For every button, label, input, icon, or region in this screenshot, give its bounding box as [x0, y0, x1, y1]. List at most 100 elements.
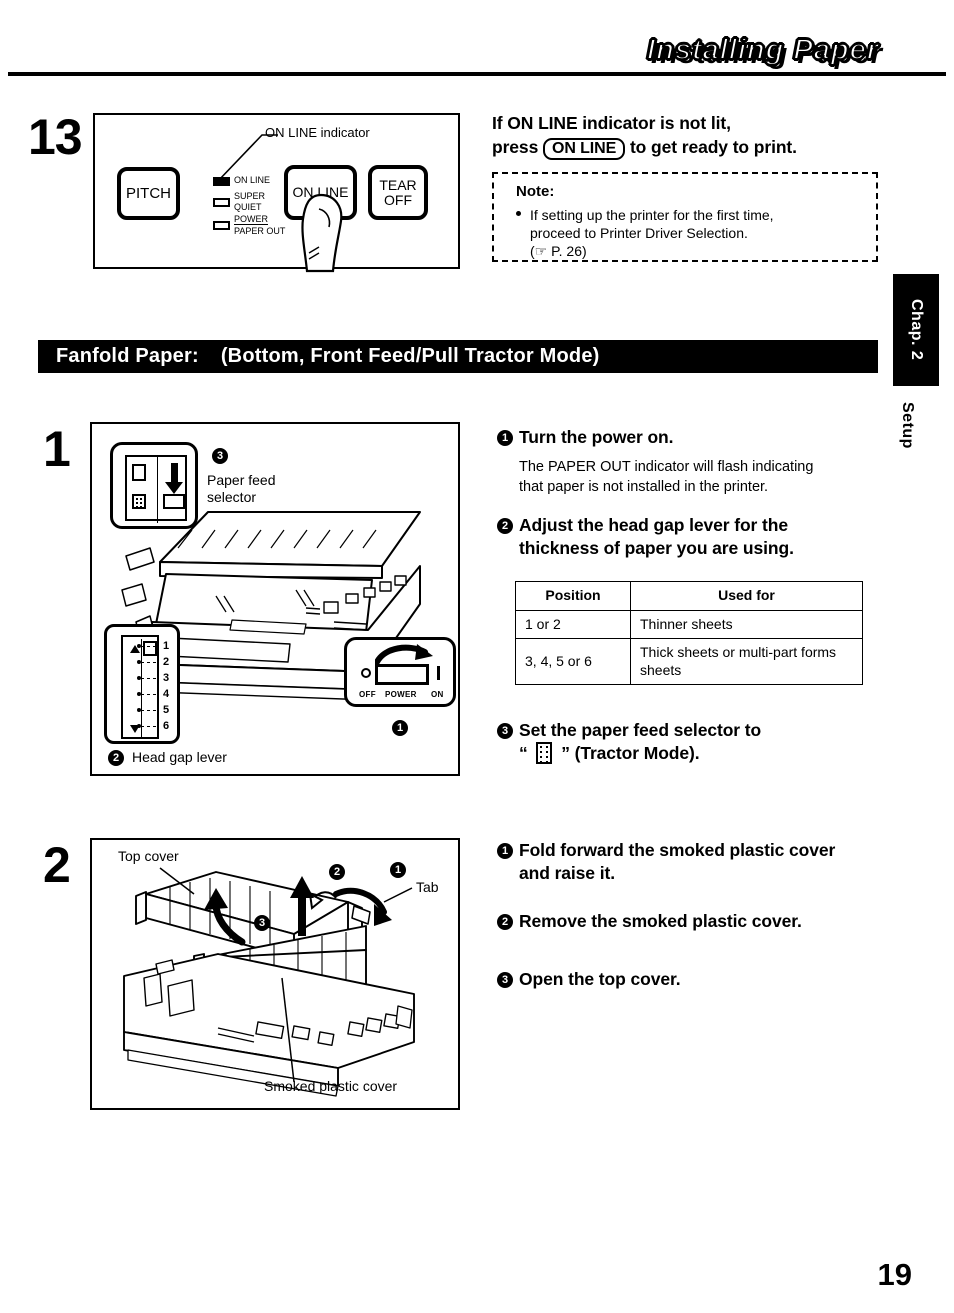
- head-gap-pos-2: 2: [163, 656, 170, 668]
- online-led-label: ON LINE: [234, 175, 271, 185]
- power-rocker-switch[interactable]: [375, 664, 429, 685]
- step1-item1-marker: 1: [497, 430, 513, 446]
- power-off-symbol-icon: [361, 668, 371, 678]
- step1-item2-heading-line1: Adjust the head gap lever for the: [519, 515, 788, 535]
- column-header-used-for: Used for: [630, 581, 863, 611]
- table-header-row: Position Used for: [515, 581, 863, 611]
- head-gap-pos-6: 6: [163, 720, 170, 732]
- head-gap-pos-5: 5: [163, 704, 170, 716]
- step-number-1: 1: [43, 421, 71, 477]
- paper-feed-selector-panel: [125, 455, 187, 523]
- marker-3-paper-feed-selector: 3: [212, 448, 228, 464]
- note-bullet: If setting up the printer for the first …: [516, 207, 774, 261]
- head-gap-knob[interactable]: [143, 641, 157, 656]
- online-instruction-line1: If ON LINE indicator is not lit,: [492, 113, 731, 133]
- quote-close: ”: [561, 743, 570, 763]
- super-quiet-led-icon: [213, 198, 230, 207]
- bullet-dot-icon: [516, 211, 521, 216]
- page-title: Installing Paper: [646, 33, 879, 67]
- power-on-symbol-icon: [437, 666, 440, 680]
- cell-position-2: 3, 4, 5 or 6: [515, 638, 631, 685]
- note-line-1: If setting up the printer for the first …: [530, 207, 774, 223]
- chapter-tab-label: Chap. 2: [908, 299, 925, 361]
- step2-figure-marker-3: 3: [254, 915, 270, 931]
- step1-printer-figure: 3 Paper feed selector 1 2 3 4 5 6 2 Head…: [90, 422, 460, 776]
- online-indicator-callout: ON LINE indicator: [265, 125, 370, 140]
- table-row: 3, 4, 5 or 6 Thick sheets or multi-part …: [515, 638, 863, 685]
- printer-open-cover-illustration: [123, 867, 415, 1097]
- head-gap-lever-detail: 1 2 3 4 5 6: [104, 624, 180, 744]
- table-row: 1 or 2 Thinner sheets: [515, 609, 863, 639]
- step2-item3-marker: 3: [497, 972, 513, 988]
- step2-item1-heading-line1: Fold forward the smoked plastic cover: [519, 840, 836, 860]
- step1-item3-marker: 3: [497, 723, 513, 739]
- power-turn-arrow-icon: [375, 644, 433, 665]
- pitch-button[interactable]: PITCH: [117, 167, 180, 220]
- smoked-plastic-cover-label: Smoked plastic cover: [264, 1078, 398, 1094]
- online-key-glyph: ON LINE: [542, 138, 626, 161]
- top-cover-label: Top cover: [118, 848, 179, 864]
- paper-feed-selector-label: Paper feed selector: [207, 472, 276, 505]
- head-gap-position-table: Position Used for 1 or 2 Thinner sheets …: [515, 581, 863, 685]
- pressing-finger-icon: [301, 193, 343, 273]
- step2-figure-marker-2: 2: [329, 864, 345, 880]
- power-center-label: POWER: [385, 690, 417, 699]
- online-led-icon: [213, 177, 230, 186]
- section-header-bar: Fanfold Paper: (Bottom, Front Feed/Pull …: [38, 340, 878, 373]
- chapter-tab: Chap. 2: [893, 274, 939, 386]
- pitch-button-label: PITCH: [126, 184, 171, 202]
- power-paper-out-led-icon: [213, 221, 230, 230]
- step2-printer-figure: Top cover Tab Smoked plastic cover 1 2 3: [90, 838, 460, 1110]
- paper-feed-selector-detail: [110, 442, 198, 529]
- marker-2-head-gap-lever: 2: [108, 750, 124, 766]
- section-header-mode: (Bottom, Front Feed/Pull Tractor Mode): [220, 345, 600, 367]
- note-line-3: (☞ P. 26): [530, 242, 587, 259]
- step2-item1-heading-line2: and raise it.: [519, 863, 615, 883]
- column-header-position: Position: [515, 581, 631, 611]
- tear-off-button-label: TEAR OFF: [379, 176, 417, 208]
- quote-open: “: [519, 743, 528, 763]
- head-gap-lever-label: Head gap lever: [132, 749, 227, 765]
- step2-figure-marker-1: 1: [390, 862, 406, 878]
- cell-usedfor-1: Thinner sheets: [630, 609, 863, 639]
- step1-item2-heading-line2: thickness of paper you are using.: [519, 538, 794, 558]
- step-number-13: 13: [28, 109, 83, 165]
- note-box: Note: If setting up the printer for the …: [492, 172, 878, 262]
- step1-item3-heading-line1: Set the paper feed selector to: [519, 720, 762, 740]
- step1-item1-body-line2: that paper is not installed in the print…: [519, 479, 769, 495]
- section-header-label: Fanfold Paper:: [56, 345, 199, 367]
- tractor-mode-icon: [536, 742, 553, 764]
- super-quiet-led-label-2: QUIET: [234, 202, 262, 212]
- power-switch-detail: OFF POWER ON: [344, 637, 456, 707]
- head-gap-track: [141, 639, 142, 739]
- step-number-2: 2: [43, 837, 71, 893]
- note-title: Note:: [516, 183, 555, 200]
- head-gap-pos-4: 4: [163, 688, 170, 700]
- step2-item2-heading: Remove the smoked plastic cover.: [519, 911, 802, 931]
- cell-usedfor-2: Thick sheets or multi-part forms sheets: [630, 638, 863, 685]
- marker-1-power-switch: 1: [392, 720, 408, 736]
- step1-item1-body-line1: The PAPER OUT indicator will flash indic…: [519, 459, 814, 475]
- selector-divider: [157, 457, 158, 523]
- power-off-label: OFF: [359, 690, 376, 699]
- head-gap-pos-3: 3: [163, 672, 170, 684]
- power-led-label: POWER: [234, 214, 269, 225]
- tab-label: Tab: [416, 879, 439, 895]
- selector-lever-slot[interactable]: [163, 494, 185, 509]
- step1-item1-heading: Turn the power on.: [519, 427, 674, 447]
- page-number: 19: [877, 1257, 912, 1292]
- press-word: press: [492, 137, 539, 157]
- online-instruction-tail: to get ready to print.: [629, 137, 797, 157]
- step2-item2-marker: 2: [497, 914, 513, 930]
- control-panel-figure: ON LINE indicator PITCH ON LINE TEAR OFF…: [93, 113, 460, 273]
- note-line-2: proceed to Printer Driver Selection.: [530, 224, 748, 241]
- step2-item3-heading: Open the top cover.: [519, 969, 681, 989]
- power-on-label: ON: [431, 690, 444, 699]
- online-instruction-line2: press ON LINE to get ready to print.: [492, 136, 902, 161]
- cell-position-1: 1 or 2: [515, 609, 631, 639]
- tear-off-button[interactable]: TEAR OFF: [368, 165, 428, 220]
- super-quiet-led-label-1: SUPER: [234, 191, 266, 201]
- step1-item2-marker: 2: [497, 518, 513, 534]
- section-tab-label: Setup: [899, 402, 916, 449]
- tractor-mode-selector-icon: [132, 494, 146, 509]
